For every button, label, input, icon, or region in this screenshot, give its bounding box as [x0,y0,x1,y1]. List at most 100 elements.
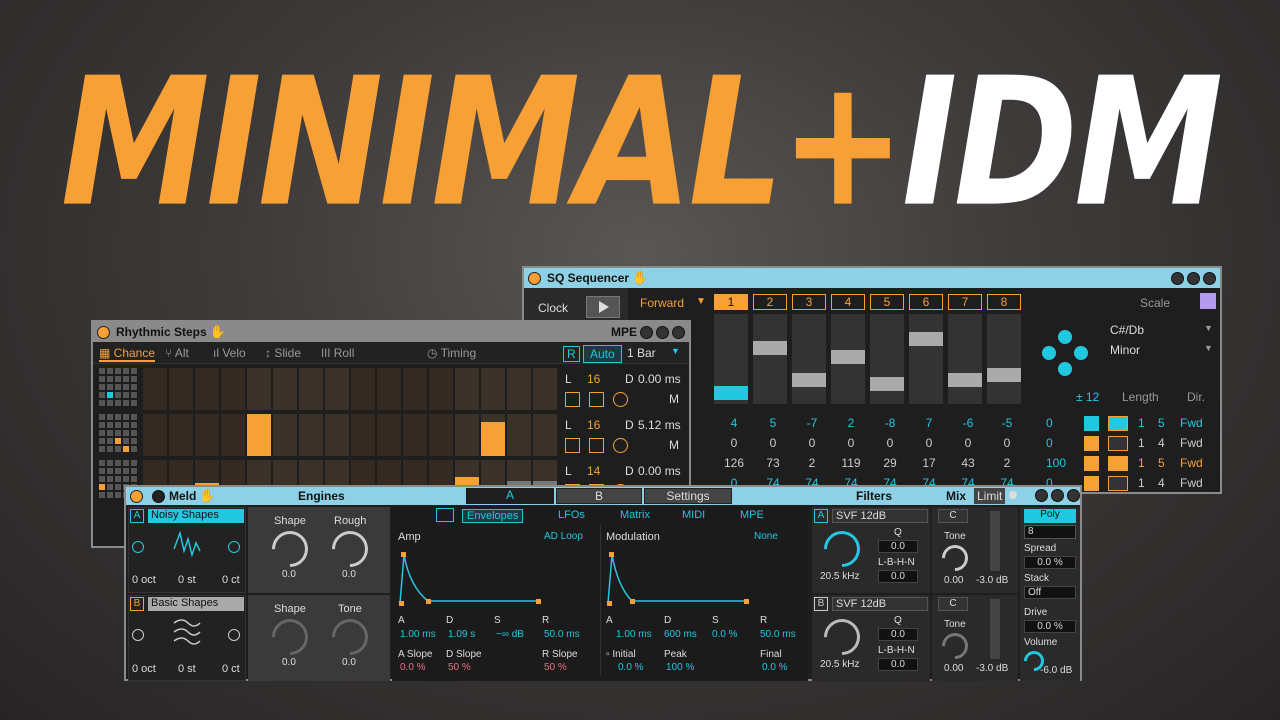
rs-step[interactable] [299,368,323,410]
rs-pattern-cell[interactable] [115,422,121,428]
mod-final[interactable]: 0.0 % [762,662,788,673]
filter-b-type-select[interactable]: SVF 12dB [832,597,928,611]
arrow-up-icon[interactable] [1058,330,1072,344]
rs-pattern-cell[interactable] [123,422,129,428]
engine-b-type-select[interactable]: Basic Shapes [148,597,244,611]
rs-pattern-cell[interactable] [131,376,137,382]
sq-cell[interactable]: 5 [761,416,785,430]
engine-a-ct[interactable]: 0 ct [222,574,240,586]
sq-step-button[interactable]: 8 [987,294,1021,310]
mod-tab[interactable]: MIDI [678,509,709,521]
sq-dir-select[interactable]: Fwd [1180,416,1203,430]
rs-step[interactable] [533,368,557,410]
dice-icon[interactable] [589,392,604,407]
sq-step-value[interactable] [753,341,787,355]
rs-link-icon[interactable] [640,325,653,339]
sq-step-value[interactable] [948,372,982,387]
amp-sustain[interactable]: −∞ dB [496,629,524,640]
rs-pattern-cell[interactable] [107,468,113,474]
rs-pattern-cell[interactable] [99,476,105,482]
rs-step[interactable] [169,368,193,410]
rs-pattern-cell[interactable] [107,492,113,498]
sq-step-button[interactable]: 1 [714,294,748,310]
voices-select[interactable]: 8 [1024,525,1076,539]
arrow-right-icon[interactable] [1074,346,1088,360]
rs-pattern-cell[interactable] [131,392,137,398]
rs-lane-length[interactable]: 16 [587,418,600,432]
sq-step-button[interactable]: 3 [792,294,826,310]
rs-step[interactable] [273,414,297,456]
rs-pattern-cell[interactable] [123,384,129,390]
rs-pattern-cell[interactable] [99,384,105,390]
dice-icon[interactable] [1084,456,1099,471]
engine-b-badge[interactable]: B [130,597,144,611]
amp-a-slope[interactable]: 0.0 % [400,662,426,673]
sq-cell[interactable]: 2 [839,416,863,430]
sq-step-button[interactable]: 7 [948,294,982,310]
sq-cell[interactable]: 0 [839,436,863,450]
mod-tab[interactable]: Envelopes [462,509,524,523]
rs-pattern-cell[interactable] [107,400,113,406]
filter-b-badge[interactable]: B [814,597,828,611]
meld-tab-a[interactable]: A [466,488,554,504]
sq-row-amount[interactable]: 0 [1046,436,1053,450]
rs-bar-select[interactable]: 1 Bar [627,346,656,360]
sq-cell[interactable]: 29 [878,456,902,470]
amp-r-slope[interactable]: 50 % [544,662,567,673]
rs-pattern-cell[interactable] [123,376,129,382]
rs-pattern-cell[interactable] [115,384,121,390]
sq-len-end[interactable]: 4 [1158,436,1165,450]
rs-step[interactable] [325,368,349,410]
engine-a-type-select[interactable]: Noisy Shapes [148,509,244,523]
rs-tab-alt[interactable]: ⑂ Alt [165,346,189,360]
sq-cell[interactable]: 43 [956,456,980,470]
rs-auto-button[interactable]: Auto [583,345,622,363]
rs-step[interactable] [273,368,297,410]
rs-pattern-cell[interactable] [99,460,105,466]
sq-step-lane[interactable] [792,314,826,404]
rs-save-icon[interactable] [672,325,685,339]
amp-release[interactable]: 50.0 ms [544,629,580,640]
rs-step[interactable] [351,414,375,456]
rs-step[interactable] [143,368,167,410]
next-icon[interactable] [228,541,240,553]
sq-step-lane[interactable] [753,314,787,404]
sq-step-value[interactable] [987,368,1021,382]
rs-pattern-cell[interactable] [131,430,137,436]
rs-step[interactable] [143,414,167,456]
mod-tab[interactable]: LFOs [554,509,589,521]
amp-decay[interactable]: 1.09 s [448,629,475,640]
sq-step-value[interactable] [831,350,865,364]
rs-pattern-cell[interactable] [115,484,121,490]
sq-step-value[interactable] [714,386,748,400]
next-icon[interactable] [228,629,240,641]
sq-cell[interactable]: -7 [800,416,824,430]
drive-value[interactable]: 0.0 % [1024,620,1076,633]
dice-icon[interactable] [1084,476,1099,491]
sq-dir-select[interactable]: Fwd [1180,436,1203,450]
sq-step-lane[interactable] [909,314,943,404]
rs-step[interactable] [429,368,453,410]
poly-button[interactable]: Poly [1024,509,1076,523]
rs-step[interactable] [481,368,505,410]
sq-cell[interactable]: 17 [917,456,941,470]
rs-step[interactable] [221,414,245,456]
rs-lane-delay[interactable]: 0.00 ms [638,464,681,478]
sq-cell[interactable]: 2 [800,456,824,470]
rs-pattern-cell[interactable] [115,376,121,382]
sq-cell[interactable]: 0 [761,436,785,450]
rs-step[interactable] [403,414,427,456]
rs-pattern-cell[interactable] [99,438,105,444]
rs-pattern-cell[interactable] [107,368,113,374]
rs-step[interactable] [507,414,531,456]
sq-key-select[interactable]: C#/Db [1110,323,1144,337]
dice-icon[interactable] [589,438,604,453]
filter-b-q[interactable]: 0.0 [878,628,918,641]
mod-tab[interactable]: Matrix [616,509,654,521]
meld-settings-tab[interactable]: Settings [644,488,732,504]
dice-icon[interactable] [565,438,580,453]
rs-pattern-cell[interactable] [123,430,129,436]
rs-pattern-cell[interactable] [99,492,105,498]
sq-cell[interactable]: 2 [995,456,1019,470]
sq-cell[interactable]: 7 [917,416,941,430]
